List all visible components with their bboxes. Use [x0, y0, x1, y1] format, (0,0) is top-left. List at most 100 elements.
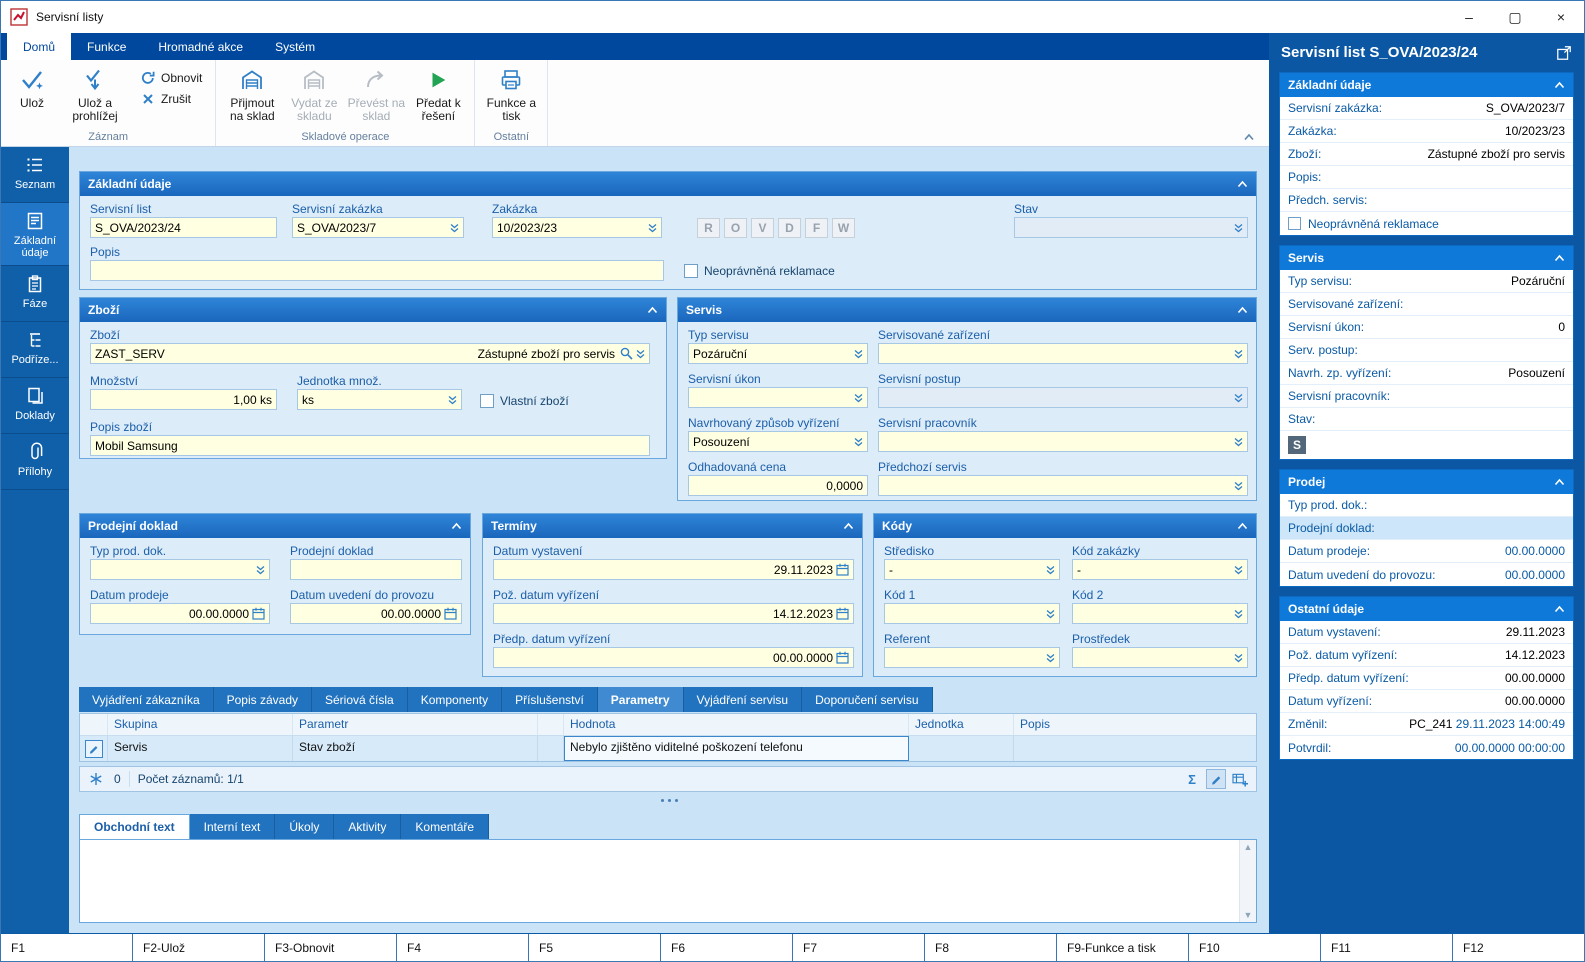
function-key[interactable]: F11: [1321, 934, 1453, 961]
function-key[interactable]: F4: [397, 934, 529, 961]
collapse-section-icon[interactable]: [843, 522, 854, 530]
scroll-down-icon[interactable]: ▼: [1244, 910, 1253, 920]
sidebar-item-prilohy[interactable]: Přílohy: [1, 434, 69, 490]
text-tab[interactable]: Komentáře: [401, 814, 490, 839]
servisni-ukon-combo[interactable]: [688, 387, 868, 408]
flag-button[interactable]: D: [778, 218, 801, 238]
dropdown-icon[interactable]: [1234, 609, 1243, 619]
table-row[interactable]: Servis Stav zboží Nebylo zjištěno vidite…: [80, 736, 1256, 761]
receive-to-stock-button[interactable]: Přijmout na sklad: [221, 62, 283, 129]
flag-button[interactable]: R: [697, 218, 720, 238]
cell-skupina[interactable]: Servis: [108, 736, 293, 761]
panel-row[interactable]: Zboží: Zástupné zboží pro servis: [1280, 143, 1573, 166]
servisni-postup-combo[interactable]: [878, 387, 1248, 408]
dropdown-icon[interactable]: [1234, 437, 1243, 447]
panel-row[interactable]: Servisní pracovník:: [1280, 385, 1573, 408]
text-area-content[interactable]: [80, 840, 1239, 922]
sidebar-item-doklady[interactable]: Doklady: [1, 378, 69, 434]
dropdown-icon[interactable]: [1234, 565, 1243, 575]
sidebar-item-zakladni-udaje[interactable]: Základní údaje: [1, 203, 69, 266]
column-header[interactable]: Jednotka: [909, 714, 1014, 735]
poz-datum-vyrizeni-input[interactable]: 14.12.2023: [493, 603, 854, 624]
panel-row[interactable]: Změnil: PC_241 29.11.2023 14:00:49: [1280, 713, 1573, 736]
panel-row[interactable]: Servisované zařízení:: [1280, 293, 1573, 316]
function-key[interactable]: F6: [661, 934, 793, 961]
ribbon-tab[interactable]: Domů: [7, 33, 72, 60]
collapse-section-icon[interactable]: [1237, 306, 1248, 314]
kod1-combo[interactable]: [884, 603, 1060, 624]
prostredek-combo[interactable]: [1072, 647, 1248, 668]
dropdown-icon[interactable]: [648, 223, 657, 233]
dropdown-icon[interactable]: [854, 393, 863, 403]
panel-row[interactable]: Serv. postup:: [1280, 339, 1573, 362]
panel-row[interactable]: Datum vystavení: 29.11.2023: [1280, 621, 1573, 644]
navrhovany-zpusob-combo[interactable]: Posouzení: [688, 431, 868, 452]
dropdown-icon[interactable]: [854, 437, 863, 447]
checkbox-icon[interactable]: [684, 264, 698, 278]
panel-row[interactable]: Typ prod. dok.:: [1280, 494, 1573, 517]
neopravnena-reklamace-checkbox[interactable]: Neoprávněná reklamace: [684, 264, 835, 278]
typ-prod-dok-combo[interactable]: [90, 559, 270, 580]
parameter-tab[interactable]: Sériová čísla: [312, 687, 408, 712]
collapse-section-icon[interactable]: [1237, 180, 1248, 188]
dropdown-icon[interactable]: [256, 565, 265, 575]
search-icon[interactable]: [620, 347, 633, 360]
parameter-tab[interactable]: Komponenty: [407, 687, 503, 712]
splitter-handle[interactable]: [69, 796, 1269, 804]
open-panel-icon[interactable]: [1556, 45, 1572, 61]
panel-row[interactable]: Prodejní doklad:: [1280, 517, 1573, 540]
predp-datum-vyrizeni-input[interactable]: 00.00.0000: [493, 647, 854, 668]
collapse-section-icon[interactable]: [647, 306, 658, 314]
sidebar-item-seznam[interactable]: Seznam: [1, 147, 69, 203]
calendar-icon[interactable]: [836, 607, 849, 620]
panel-row[interactable]: Datum prodeje: 00.00.0000: [1280, 540, 1573, 563]
panel-row[interactable]: Potvrdil: 00.00.0000 00:00:00: [1280, 736, 1573, 759]
datum-uvedeni-input[interactable]: 00.00.0000: [290, 603, 462, 624]
scrollbar[interactable]: ▲ ▼: [1239, 840, 1256, 922]
function-key[interactable]: F1: [1, 934, 133, 961]
panel-row[interactable]: Servisní úkon: 0: [1280, 316, 1573, 339]
panel-row[interactable]: Popis:: [1280, 166, 1573, 189]
text-tab[interactable]: Aktivity: [334, 814, 402, 839]
function-key[interactable]: F9-Funkce a tisk: [1057, 934, 1189, 961]
dropdown-icon[interactable]: [448, 395, 457, 405]
collapse-section-icon[interactable]: [1554, 605, 1565, 613]
panel-row[interactable]: Typ servisu: Pozáruční: [1280, 270, 1573, 293]
vlastni-zbozi-checkbox[interactable]: Vlastní zboží: [480, 394, 569, 408]
panel-row[interactable]: Stav:: [1280, 408, 1573, 431]
save-button[interactable]: Ulož: [6, 62, 58, 129]
function-key[interactable]: F8: [925, 934, 1057, 961]
dropdown-icon[interactable]: [636, 349, 645, 359]
cell-jednotka[interactable]: [909, 736, 1014, 761]
column-header[interactable]: Skupina: [108, 714, 293, 735]
popis-zbozi-input[interactable]: Mobil Samsung: [90, 435, 650, 456]
panel-row[interactable]: Předch. servis:: [1280, 189, 1573, 212]
zakazka-combo[interactable]: 10/2023/23: [492, 217, 662, 238]
prodejni-doklad-input[interactable]: [290, 559, 462, 580]
parameter-tab[interactable]: Parametry: [597, 687, 684, 712]
ribbon-tab[interactable]: Systém: [259, 33, 331, 60]
panel-row[interactable]: Zakázka: 10/2023/23: [1280, 120, 1573, 143]
obchodni-text-area[interactable]: ▲ ▼: [79, 839, 1257, 923]
kod-zakazky-combo[interactable]: -: [1072, 559, 1248, 580]
checkbox-icon[interactable]: [1288, 217, 1301, 230]
kod2-combo[interactable]: [1072, 603, 1248, 624]
odhadovana-cena-input[interactable]: 0,0000: [688, 475, 868, 496]
flag-button[interactable]: V: [751, 218, 774, 238]
calendar-icon[interactable]: [836, 651, 849, 664]
typ-servisu-combo[interactable]: Pozáruční: [688, 343, 868, 364]
dropdown-icon[interactable]: [450, 223, 459, 233]
function-key[interactable]: F2-Ulož: [133, 934, 265, 961]
panel-row[interactable]: Datum vyřízení: 00.00.0000: [1280, 690, 1573, 713]
transfer-to-stock-button[interactable]: Převést na sklad: [345, 62, 407, 129]
servisni-list-input[interactable]: S_OVA/2023/24: [90, 217, 277, 238]
panel-row[interactable]: Předp. datum vyřízení: 00.00.0000: [1280, 667, 1573, 690]
jednotka-combo[interactable]: ks: [297, 389, 462, 410]
dropdown-icon[interactable]: [1046, 565, 1055, 575]
sum-icon[interactable]: Σ: [1182, 769, 1202, 789]
panel-row[interactable]: Neoprávněná reklamace: [1280, 212, 1573, 235]
cell-hodnota[interactable]: Nebylo zjištěno viditelné poškození tele…: [564, 736, 909, 761]
flag-button[interactable]: F: [805, 218, 828, 238]
flag-button[interactable]: W: [832, 218, 855, 238]
dropdown-icon[interactable]: [1046, 609, 1055, 619]
